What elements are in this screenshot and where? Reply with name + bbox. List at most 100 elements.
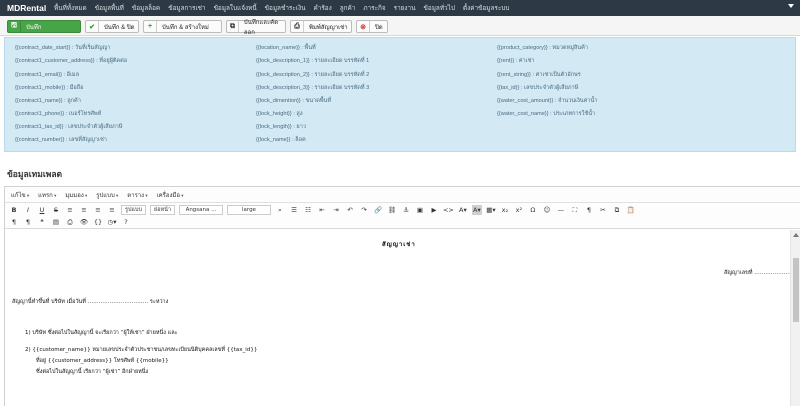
- placeholder-item: {{contract1_phone}} : เบอร์โทรศัพท์: [15, 111, 102, 117]
- special-char-icon[interactable]: Ω: [528, 205, 538, 215]
- print-icon: ⎙: [291, 21, 304, 32]
- text-color-icon[interactable]: A▾: [458, 205, 468, 215]
- menu-view[interactable]: มุมมอง: [65, 190, 87, 200]
- nav-item-payments[interactable]: ข้อมูลชำระเงิน: [265, 3, 306, 13]
- font-size-select[interactable]: large: [226, 204, 271, 215]
- indent-icon[interactable]: ⇥: [331, 205, 341, 215]
- plus-icon: +: [144, 21, 157, 32]
- scrollbar-thumb[interactable]: [793, 258, 799, 322]
- pilcrow-icon[interactable]: ¶: [584, 205, 594, 215]
- nav-item-invoices[interactable]: ข้อมูลใบแจ้งหนี้: [214, 3, 257, 13]
- media-icon[interactable]: ▶: [429, 205, 439, 215]
- brand-logo[interactable]: MDRental: [0, 3, 54, 13]
- nav-item-customers[interactable]: ลูกค้า: [340, 3, 356, 13]
- bold-icon[interactable]: B: [9, 205, 19, 215]
- save-new-button[interactable]: + บันทึก & สร้างใหม่: [143, 20, 222, 33]
- codesample-icon[interactable]: {}: [93, 217, 103, 227]
- close-icon: ⊗: [357, 21, 370, 32]
- placeholder-item: {{lock_description_3}} : รายละเอียด บรรท…: [256, 85, 370, 91]
- nav-item-settings[interactable]: ตั้งค่าข้อมูลระบบ: [463, 3, 509, 13]
- placeholder-item: {{lock_height}} : สูง: [256, 111, 303, 117]
- save-new-label: บันทึก & สร้างใหม่: [162, 24, 209, 31]
- help-icon[interactable]: ?: [121, 217, 131, 227]
- doc-title: สัญญาเช่า: [382, 241, 416, 248]
- check-icon: ✔: [86, 21, 99, 32]
- align-justify-icon[interactable]: ≡: [107, 205, 117, 215]
- scroll-up-icon[interactable]: [793, 233, 799, 237]
- align-left-icon[interactable]: ≡: [65, 205, 75, 215]
- doc-paragraph: 2) {{customer_name}} หมายเลขประจำตัวประช…: [25, 347, 258, 353]
- nav-item-all-areas[interactable]: พื้นที่ทั้งหมด: [54, 3, 87, 13]
- rtl-icon[interactable]: ¶: [23, 217, 33, 227]
- binoculars-icon[interactable]: ⌕: [275, 205, 285, 215]
- block-select[interactable]: ย่อหน้า: [149, 204, 175, 215]
- outdent-icon[interactable]: ⇤: [317, 205, 327, 215]
- underline-icon[interactable]: U: [37, 205, 47, 215]
- nav-item-tasks[interactable]: ภาระกิจ: [363, 3, 385, 13]
- print-contract-button[interactable]: ⎙ พิมพ์สัญญาเช่า: [290, 20, 352, 33]
- save-copy-button[interactable]: ⧉ บันทึกและคัดลอก: [226, 20, 286, 36]
- menu-format[interactable]: รูปแบบ: [96, 190, 118, 200]
- placeholder-item: {{contract1_tax_id}} : เลขประจำตัวผู้เสี…: [15, 124, 123, 130]
- cut-icon[interactable]: ✂: [598, 205, 608, 215]
- editor-document-area[interactable]: สัญญาเช่า สัญญาเลขที่ …………………… สัญญานี้ท…: [5, 230, 798, 406]
- numbered-list-icon[interactable]: ☷: [303, 205, 313, 215]
- save-close-button[interactable]: ✔ บันทึก & ปิด: [85, 20, 139, 33]
- user-menu-caret-icon[interactable]: [788, 4, 794, 8]
- fullscreen-icon[interactable]: ⛶: [570, 205, 580, 215]
- save-copy-label: บันทึกและคัดลอก: [243, 19, 279, 36]
- menu-insert[interactable]: แทรก: [38, 190, 56, 200]
- image-icon[interactable]: ▣: [415, 205, 425, 215]
- preview-icon[interactable]: 👁: [79, 217, 89, 227]
- nav-item-locks[interactable]: ข้อมูลล็อค: [132, 3, 160, 13]
- undo-icon[interactable]: ↶: [345, 205, 355, 215]
- menu-tools[interactable]: เครื่องมือ: [157, 190, 184, 200]
- align-center-icon[interactable]: ≡: [79, 205, 89, 215]
- menu-edit[interactable]: แก้ไข: [11, 190, 29, 200]
- emoji-icon[interactable]: ☺: [542, 205, 552, 215]
- subscript-icon[interactable]: x₂: [500, 205, 510, 215]
- nav-item-reports[interactable]: รายงาน: [394, 3, 416, 13]
- placeholder-item: {{tax_id}} : เลขประจำตัวผู้เสียภาษี: [497, 85, 579, 91]
- print-icon[interactable]: ⎙: [65, 217, 75, 227]
- editor-scrollbar[interactable]: [790, 230, 800, 406]
- placeholder-item: {{lock_description_2}} : รายละเอียด บรรท…: [256, 72, 370, 78]
- placeholder-item: {{water_cost_name}} : ประเภทการใช้น้ำ: [497, 111, 596, 117]
- font-family-select[interactable]: Angsana ...: [178, 204, 223, 215]
- placeholder-item: {{rent_string}} : ค่าเช่าเป็นตัวอักษร: [497, 72, 581, 78]
- nav-item-rentals[interactable]: ข้อมูลการเช่า: [168, 3, 205, 13]
- superscript-icon[interactable]: x²: [514, 205, 524, 215]
- align-right-icon[interactable]: ≡: [93, 205, 103, 215]
- clock-icon[interactable]: ◷▾: [107, 217, 117, 227]
- italic-icon[interactable]: I: [23, 205, 33, 215]
- table-icon[interactable]: ▦▾: [486, 205, 496, 215]
- blockquote-icon[interactable]: ❝: [37, 217, 47, 227]
- save-button[interactable]: 🖫 บันทึก: [7, 20, 81, 33]
- placeholder-item: {{lock_length}} : ยาว: [256, 124, 306, 130]
- format-select[interactable]: รูปแบบ: [121, 204, 146, 215]
- link-icon[interactable]: 🔗: [373, 205, 383, 215]
- strikethrough-icon[interactable]: S: [51, 205, 61, 215]
- hr-icon[interactable]: —: [556, 205, 566, 215]
- section-heading: ข้อมูลเทมเพลต: [7, 169, 63, 179]
- anchor-icon[interactable]: ⚓: [401, 205, 411, 215]
- bullet-list-icon[interactable]: ☰: [289, 205, 299, 215]
- close-button[interactable]: ⊗ ปิด: [356, 20, 388, 33]
- menu-table[interactable]: ตาราง: [127, 190, 147, 200]
- redo-icon[interactable]: ↷: [359, 205, 369, 215]
- action-toolbar: 🖫 บันทึก ✔ บันทึก & ปิด + บันทึก & สร้าง…: [0, 16, 800, 36]
- unlink-icon[interactable]: ⛓: [387, 205, 397, 215]
- highlight-color-icon[interactable]: A▾: [471, 204, 482, 215]
- paste-icon[interactable]: 📋: [626, 205, 636, 215]
- nav-item-general[interactable]: ข้อมูลทั่วไป: [424, 3, 455, 13]
- nav-item-areas[interactable]: ข้อมูลพื้นที่: [95, 3, 124, 13]
- editor-menubar: แก้ไข แทรก มุมมอง รูปแบบ ตาราง เครื่องมื…: [5, 187, 800, 203]
- copy-icon[interactable]: ⧉: [612, 205, 622, 215]
- code-icon[interactable]: <>: [443, 205, 454, 215]
- nav-item-requests[interactable]: คำร้อง: [313, 3, 331, 13]
- placeholder-item: {{location_name}} : พื้นที่: [256, 45, 316, 51]
- doc-paragraph: ซึ่งต่อไปในสัญญานี้ เรียกว่า “ผู้เช่า” อ…: [36, 369, 149, 375]
- ltr-icon[interactable]: ¶: [9, 217, 19, 227]
- save-close-label: บันทึก & ปิด: [104, 24, 135, 31]
- template-icon[interactable]: ▤: [51, 217, 61, 227]
